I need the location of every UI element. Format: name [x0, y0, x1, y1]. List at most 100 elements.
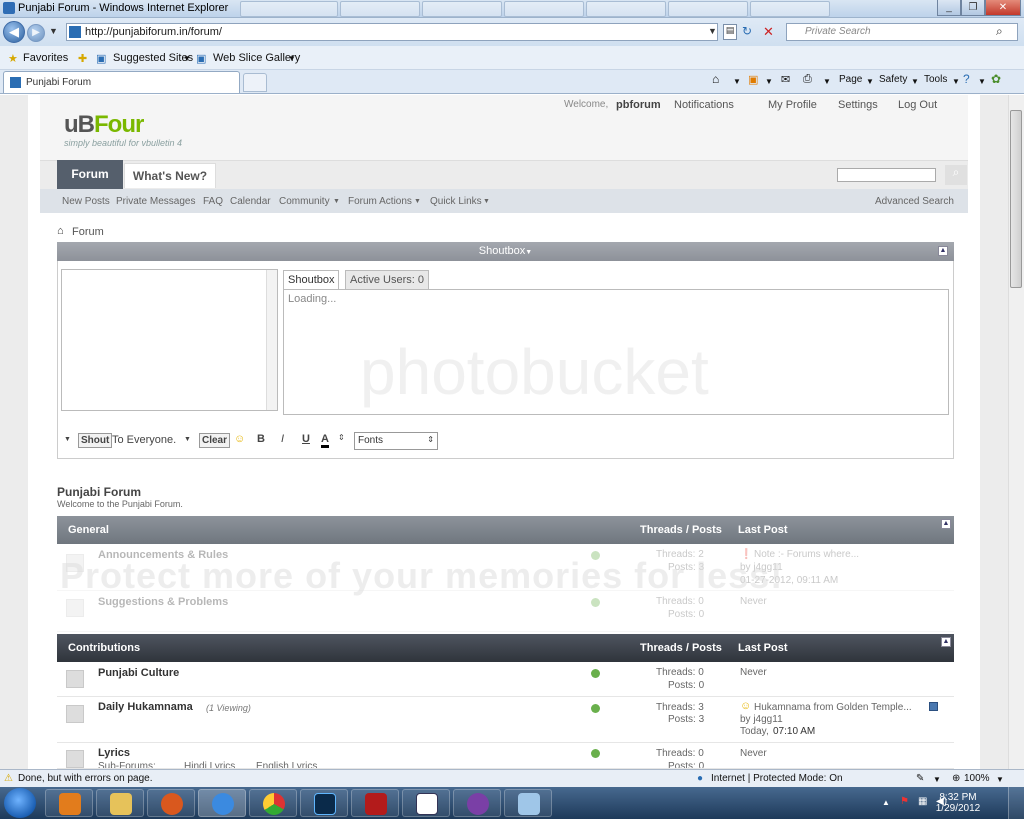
category-name[interactable]: General [68, 524, 109, 536]
advanced-search-link[interactable]: Advanced Search [875, 196, 954, 207]
stop-icon[interactable]: ✕ [763, 24, 774, 40]
warning-icon[interactable]: ⚠ [4, 773, 13, 784]
chevron-down-icon[interactable]: ▼ [952, 77, 960, 86]
sub-forum-link[interactable]: English Lyrics [256, 761, 317, 768]
taskbar-explorer[interactable] [96, 789, 144, 817]
logout-link[interactable]: Log Out [898, 99, 937, 111]
bold-button[interactable]: B [257, 433, 265, 445]
sub-forum-link[interactable]: Hindi Lyrics [184, 761, 235, 768]
subnav-new-posts[interactable]: New Posts [62, 196, 110, 207]
background-window-tab[interactable] [422, 1, 502, 17]
action-center-icon[interactable]: ⚑ [900, 796, 909, 807]
new-tab-button[interactable] [243, 73, 267, 92]
maximize-button[interactable]: ❐ [961, 0, 985, 16]
favorites-button[interactable]: Favorites [23, 52, 68, 64]
chevron-down-icon[interactable]: ▼ [288, 54, 296, 63]
back-button[interactable]: ◀ [3, 21, 25, 43]
forum-row[interactable]: Daily Hukamnama (1 Viewing) Threads: 3 P… [57, 697, 954, 743]
taskbar-firefox[interactable] [147, 789, 195, 817]
system-clock[interactable]: 8:32 PM 1/29/2012 [928, 792, 988, 814]
chevron-down-icon[interactable]: ▼ [911, 77, 919, 86]
taskbar-messenger[interactable] [453, 789, 501, 817]
taskbar-app[interactable] [402, 789, 450, 817]
address-input[interactable]: http://punjabiforum.in/forum/ [66, 23, 718, 41]
background-window-tab[interactable] [504, 1, 584, 17]
print-icon[interactable]: ⎙ [803, 73, 812, 86]
notifications-link[interactable]: Notifications [674, 99, 734, 111]
search-icon[interactable]: ⌕ [996, 24, 1003, 39]
tab-active-users[interactable]: Active Users: 0 [345, 270, 429, 289]
taskbar-app[interactable] [504, 789, 552, 817]
last-post-author[interactable]: by j4gg11 [740, 714, 783, 725]
chevron-down-icon[interactable]: ▼ [933, 775, 941, 784]
site-search-button[interactable]: ⌕ [945, 165, 967, 185]
clear-button[interactable]: Clear [199, 433, 231, 448]
go-to-post-icon[interactable] [929, 702, 938, 711]
chevron-down-icon[interactable]: ▼ [184, 436, 191, 443]
collapse-icon[interactable]: ▲ [941, 519, 951, 529]
chevron-down-icon[interactable]: ▼ [183, 54, 191, 63]
refresh-icon[interactable]: ↻ [742, 24, 752, 38]
shout-message-textarea[interactable] [61, 269, 278, 411]
forum-link[interactable]: Lyrics [98, 747, 130, 759]
italic-button[interactable]: I [281, 433, 284, 445]
category-name[interactable]: Contributions [68, 642, 140, 654]
last-post-title[interactable]: Hukamnama from Golden Temple... [754, 702, 912, 713]
taskbar-filezilla[interactable] [351, 789, 399, 817]
forum-link[interactable]: Punjabi Culture [98, 667, 179, 679]
my-profile-link[interactable]: My Profile [768, 99, 817, 111]
suggested-sites-link[interactable]: Suggested Sites [113, 52, 193, 64]
site-search-input[interactable] [837, 168, 936, 182]
background-window-tab[interactable] [668, 1, 748, 17]
help-icon[interactable]: ? [963, 72, 970, 86]
taskbar-photoshop[interactable] [300, 789, 348, 817]
font-color-button[interactable]: A [321, 433, 329, 448]
mail-icon[interactable]: ✉ [781, 73, 790, 86]
protected-mode-icon[interactable]: ✎ [916, 773, 924, 784]
chevron-down-icon[interactable]: ▼ [733, 77, 741, 86]
tab-whats-new[interactable]: What's New? [124, 163, 216, 188]
show-desktop-button[interactable] [1008, 787, 1024, 819]
forum-row[interactable]: Punjabi Culture Threads: 0 Posts: 0 Neve… [57, 662, 954, 697]
collapse-icon[interactable]: ▲ [938, 246, 948, 256]
textarea-scrollbar[interactable] [266, 270, 277, 410]
to-everyone-select[interactable]: To Everyone. [112, 434, 176, 446]
background-window-tab[interactable] [340, 1, 420, 17]
compatibility-view-icon[interactable]: ▤ [723, 24, 737, 40]
tools-menu[interactable]: Tools [924, 74, 947, 85]
subnav-community[interactable]: Community [279, 196, 330, 207]
show-hidden-icons[interactable]: ▲ [882, 798, 890, 807]
page-menu[interactable]: Page [839, 74, 862, 85]
home-icon[interactable]: ⌂ [712, 72, 719, 86]
chevron-down-icon[interactable]: ▼ [823, 77, 831, 86]
category-header-contributions[interactable]: Contributions Threads / Posts Last Post … [57, 634, 954, 662]
feeds-icon[interactable]: ▣ [748, 73, 758, 86]
chevron-down-icon[interactable]: ▼ [866, 77, 874, 86]
taskbar-media-player[interactable] [45, 789, 93, 817]
username-link[interactable]: pbforum [616, 99, 661, 111]
forum-link[interactable]: Daily Hukamnama [98, 701, 193, 713]
fonts-select[interactable]: Fonts ⇕ [354, 432, 438, 450]
close-button[interactable]: ✕ [985, 0, 1021, 16]
chevron-down-icon[interactable]: ▼ [978, 77, 986, 86]
background-window-tab[interactable] [240, 1, 338, 17]
forward-button[interactable]: ▶ [27, 24, 45, 42]
forum-row[interactable]: Suggestions & Problems Threads: 0 Posts:… [57, 591, 954, 632]
tab-shoutbox[interactable]: Shoutbox [283, 270, 340, 289]
subnav-calendar[interactable]: Calendar [230, 196, 271, 207]
forum-link[interactable]: Suggestions & Problems [98, 596, 228, 608]
network-icon[interactable]: ▦ [918, 796, 927, 807]
scrollbar-thumb[interactable] [1010, 110, 1022, 288]
research-icon[interactable]: ✿ [991, 72, 1001, 86]
color-stepper-icon[interactable]: ⇕ [338, 433, 345, 442]
background-window-tab[interactable] [750, 1, 830, 17]
category-header-general[interactable]: General Threads / Posts Last Post ▲ [57, 516, 954, 544]
chevron-down-icon[interactable]: ▼ [525, 249, 532, 256]
taskbar-chrome[interactable] [249, 789, 297, 817]
subnav-forum-actions[interactable]: Forum Actions [348, 196, 412, 207]
chevron-down-icon[interactable]: ▼ [765, 77, 773, 86]
settings-link[interactable]: Settings [838, 99, 878, 111]
subnav-private-messages[interactable]: Private Messages [116, 196, 195, 207]
history-dropdown-icon[interactable]: ▼ [49, 26, 58, 36]
underline-button[interactable]: U [302, 433, 310, 445]
